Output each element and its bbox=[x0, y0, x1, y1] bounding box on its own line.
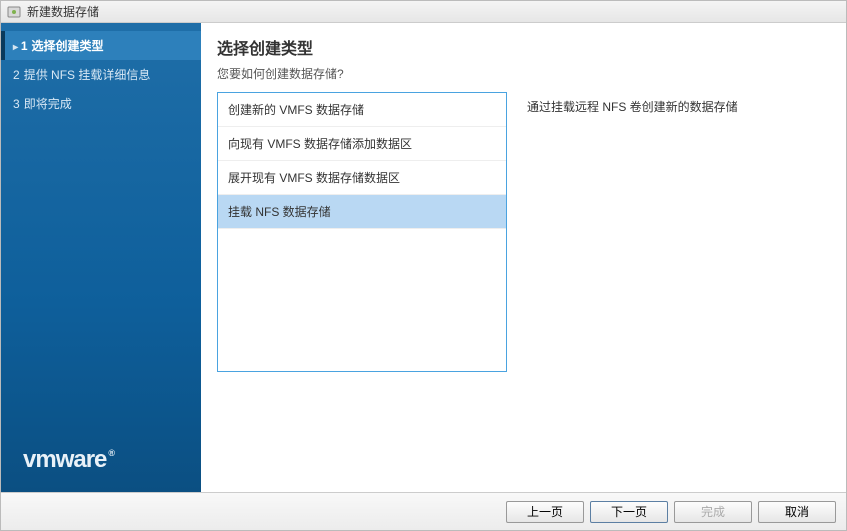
step-select-type[interactable]: 1 选择创建类型 bbox=[1, 31, 201, 60]
option-create-vmfs[interactable]: 创建新的 VMFS 数据存储 bbox=[218, 93, 506, 127]
step-label: 提供 NFS 挂载详细信息 bbox=[24, 68, 151, 82]
next-button[interactable]: 下一页 bbox=[590, 501, 668, 523]
option-expand-extent[interactable]: 展开现有 VMFS 数据存储数据区 bbox=[218, 161, 506, 195]
step-label: 即将完成 bbox=[24, 97, 72, 111]
step-ready-to-complete[interactable]: 3 即将完成 bbox=[1, 89, 201, 118]
main-panel: 选择创建类型 您要如何创建数据存储? 创建新的 VMFS 数据存储 向现有 VM… bbox=[201, 23, 846, 492]
footer: 上一页 下一页 完成 取消 bbox=[1, 492, 846, 530]
titlebar: 新建数据存储 bbox=[1, 1, 846, 23]
page-subtitle: 您要如何创建数据存储? bbox=[217, 65, 830, 82]
page-title: 选择创建类型 bbox=[217, 35, 830, 59]
option-description: 通过挂载远程 NFS 卷创建新的数据存储 bbox=[527, 92, 830, 484]
creation-type-list[interactable]: 创建新的 VMFS 数据存储 向现有 VMFS 数据存储添加数据区 展开现有 V… bbox=[217, 92, 507, 372]
window-title: 新建数据存储 bbox=[27, 3, 99, 20]
finish-button[interactable]: 完成 bbox=[674, 501, 752, 523]
step-number: 1 bbox=[21, 39, 28, 53]
main-content: 创建新的 VMFS 数据存储 向现有 VMFS 数据存储添加数据区 展开现有 V… bbox=[217, 92, 830, 484]
option-mount-nfs[interactable]: 挂载 NFS 数据存储 bbox=[218, 195, 506, 229]
step-number: 3 bbox=[13, 97, 20, 111]
step-nfs-details[interactable]: 2 提供 NFS 挂载详细信息 bbox=[1, 60, 201, 89]
step-label: 选择创建类型 bbox=[32, 39, 104, 53]
sidebar-spacer bbox=[1, 118, 201, 446]
back-button[interactable]: 上一页 bbox=[506, 501, 584, 523]
sidebar: 1 选择创建类型 2 提供 NFS 挂载详细信息 3 即将完成 vmware® bbox=[1, 23, 201, 492]
cancel-button[interactable]: 取消 bbox=[758, 501, 836, 523]
step-number: 2 bbox=[13, 68, 20, 82]
vmware-wordmark: vmware® bbox=[23, 446, 112, 473]
datastore-icon bbox=[7, 5, 21, 19]
wizard-window: 新建数据存储 1 选择创建类型 2 提供 NFS 挂载详细信息 3 即将完成 vmwa… bbox=[0, 0, 847, 531]
option-add-extent[interactable]: 向现有 VMFS 数据存储添加数据区 bbox=[218, 127, 506, 161]
wizard-body: 1 选择创建类型 2 提供 NFS 挂载详细信息 3 即将完成 vmware® 选择创… bbox=[1, 23, 846, 492]
step-list: 1 选择创建类型 2 提供 NFS 挂载详细信息 3 即将完成 bbox=[1, 31, 201, 118]
main-header: 选择创建类型 您要如何创建数据存储? bbox=[217, 35, 830, 82]
vmware-logo: vmware® bbox=[1, 446, 201, 492]
